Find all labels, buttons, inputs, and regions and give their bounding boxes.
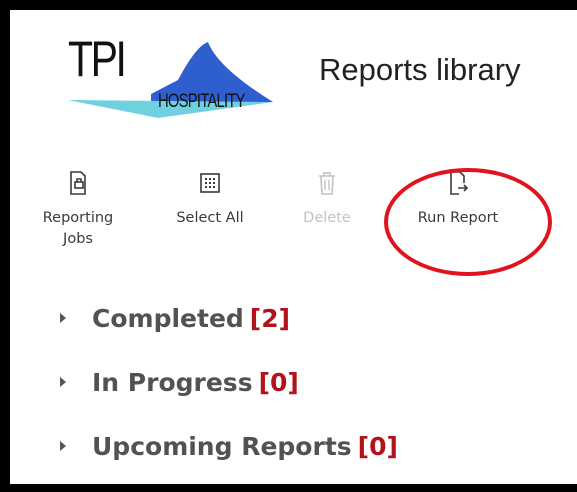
- select-all-label: Select All: [176, 210, 244, 226]
- section-completed[interactable]: Completed [2]: [60, 303, 290, 335]
- expand-caret-icon[interactable]: [60, 441, 66, 451]
- section-label: In Progress: [92, 368, 253, 397]
- select-all-icon: [200, 173, 220, 193]
- expand-caret-icon[interactable]: [60, 313, 66, 323]
- select-all-button[interactable]: Select All: [170, 170, 250, 229]
- section-in-progress[interactable]: In Progress [0]: [60, 367, 299, 399]
- logo-text: TPI: [68, 31, 127, 87]
- section-count: [0]: [357, 432, 398, 461]
- reporting-jobs-icon: [70, 171, 86, 195]
- reports-panel: TPI HOSPITALITY Reports library Reportin…: [10, 10, 577, 484]
- delete-button[interactable]: Delete: [292, 170, 362, 229]
- expand-caret-icon[interactable]: [60, 377, 66, 387]
- reporting-jobs-label-2: Jobs: [63, 231, 93, 247]
- logo-subtext: HOSPITALITY: [158, 91, 245, 112]
- highlight-circle: [384, 168, 552, 276]
- trash-icon: [319, 172, 335, 195]
- delete-label: Delete: [303, 210, 351, 226]
- section-upcoming-reports[interactable]: Upcoming Reports [0]: [60, 431, 398, 463]
- section-count: [2]: [249, 304, 291, 333]
- section-label: Completed: [92, 304, 244, 333]
- section-label: Upcoming Reports: [92, 432, 352, 461]
- section-count: [0]: [258, 368, 299, 397]
- reporting-jobs-button[interactable]: Reporting Jobs: [38, 170, 118, 250]
- tpi-hospitality-logo: TPI HOSPITALITY: [68, 32, 283, 122]
- reporting-jobs-label-1: Reporting: [42, 210, 114, 226]
- page-title: Reports library: [319, 52, 521, 87]
